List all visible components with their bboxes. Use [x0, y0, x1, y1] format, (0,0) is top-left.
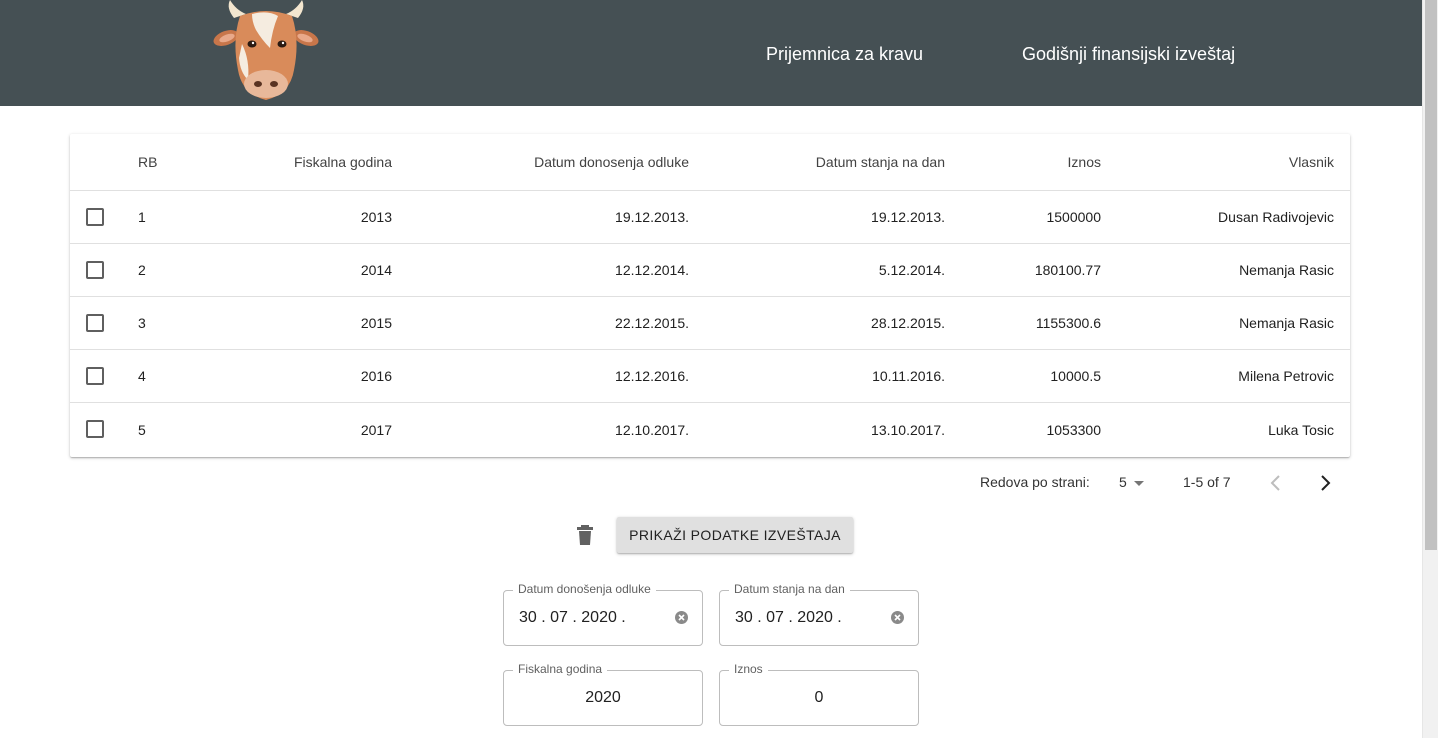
row-checkbox[interactable] — [86, 420, 104, 438]
page-scrollbar[interactable] — [1422, 0, 1438, 738]
cell-datum-stanja: 5.12.2014. — [878, 262, 945, 278]
row-checkbox[interactable] — [86, 208, 104, 226]
cell-datum-donosenja: 19.12.2013. — [615, 209, 689, 225]
cell-iznos: 1053300 — [1046, 421, 1101, 438]
cell-datum-stanja: 13.10.2017. — [871, 421, 945, 438]
header-datum-donosenja[interactable]: Datum donosenja odluke — [470, 134, 689, 190]
header-vlasnik[interactable]: Vlasnik — [1130, 134, 1334, 190]
cow-logo-icon[interactable] — [212, 0, 320, 104]
cell-datum-donosenja: 12.12.2016. — [615, 368, 689, 384]
fiskalna-godina-field[interactable]: Fiskalna godina 2020 — [503, 662, 703, 726]
chevron-left-icon[interactable] — [1268, 474, 1284, 492]
cell-vlasnik: Dusan Radivojevic — [1218, 209, 1334, 225]
row-checkbox[interactable] — [86, 261, 104, 279]
table-row[interactable]: 4 2016 12.12.2016. 10.11.2016. 10000.5 M… — [70, 350, 1350, 403]
cell-vlasnik: Nemanja Rasic — [1239, 262, 1334, 278]
row-checkbox[interactable] — [86, 314, 104, 332]
table-row[interactable]: 1 2013 19.12.2013. 19.12.2013. 1500000 D… — [70, 191, 1350, 244]
fiskalna-godina-value[interactable]: 2020 — [504, 671, 702, 725]
cell-fiskalna-godina: 2016 — [360, 368, 392, 384]
cell-rb: 1 — [138, 209, 146, 225]
cell-rb: 2 — [138, 262, 146, 278]
table-row[interactable]: 2 2014 12.12.2014. 5.12.2014. 180100.77 … — [70, 244, 1350, 297]
table-row[interactable]: 5 2017 12.10.2017. 13.10.2017. 1053300 L… — [70, 403, 1350, 456]
scrollbar-thumb[interactable] — [1425, 0, 1437, 550]
cell-rb: 4 — [138, 368, 146, 384]
table-row[interactable]: 3 2015 22.12.2015. 28.12.2015. 1155300.6… — [70, 297, 1350, 350]
nav-godisnji-izvestaj-link[interactable]: Godišnji finansijski izveštaj — [1022, 44, 1235, 65]
clear-icon[interactable] — [891, 611, 904, 624]
cell-rb: 5 — [138, 421, 146, 438]
cell-iznos: 1500000 — [1046, 209, 1101, 225]
table-header-row: RB Fiskalna godina Datum donosenja odluk… — [70, 134, 1350, 191]
cell-vlasnik: Nemanja Rasic — [1239, 315, 1334, 331]
cell-datum-stanja: 28.12.2015. — [871, 315, 945, 331]
header-fiskalna-godina[interactable]: Fiskalna godina — [220, 134, 392, 190]
cell-rb: 3 — [138, 315, 146, 331]
header-rb[interactable]: RB — [138, 134, 157, 190]
cell-vlasnik: Milena Petrovic — [1238, 368, 1334, 384]
cell-iznos: 10000.5 — [1050, 368, 1101, 384]
cell-iznos: 180100.77 — [1034, 262, 1101, 278]
rows-per-page-value: 5 — [1119, 474, 1127, 490]
cell-datum-donosenja: 12.10.2017. — [615, 421, 689, 438]
cell-vlasnik: Luka Tosic — [1268, 421, 1334, 438]
iznos-field[interactable]: Iznos 0 — [719, 662, 919, 726]
cell-fiskalna-godina: 2014 — [360, 262, 392, 278]
datum-donosenja-value[interactable]: 30 . 07 . 2020 . — [519, 591, 626, 645]
datum-stanja-value[interactable]: 30 . 07 . 2020 . — [735, 591, 842, 645]
chevron-right-icon[interactable] — [1317, 474, 1333, 492]
app-bar: Prijemnica za kravu Godišnji finansijski… — [0, 0, 1422, 106]
cell-datum-stanja: 10.11.2016. — [872, 368, 945, 384]
header-iznos[interactable]: Iznos — [970, 134, 1101, 190]
cell-fiskalna-godina: 2013 — [360, 209, 392, 225]
cell-datum-donosenja: 22.12.2015. — [615, 315, 689, 331]
datum-donosenja-field[interactable]: Datum donošenja odluke 30 . 07 . 2020 . — [503, 582, 703, 646]
row-checkbox[interactable] — [86, 367, 104, 385]
show-report-data-button[interactable]: Prikaži podatke izveštaja — [617, 517, 853, 553]
header-datum-stanja[interactable]: Datum stanja na dan — [730, 134, 945, 190]
cell-iznos: 1155300.6 — [1035, 315, 1101, 331]
iznos-value[interactable]: 0 — [720, 671, 918, 725]
cell-datum-donosenja: 12.12.2014. — [615, 262, 689, 278]
nav-prijemnica-link[interactable]: Prijemnica za kravu — [766, 44, 923, 65]
reports-table: RB Fiskalna godina Datum donosenja odluk… — [70, 134, 1350, 457]
datum-stanja-field[interactable]: Datum stanja na dan 30 . 07 . 2020 . — [719, 582, 919, 646]
pagination-range: 1-5 of 7 — [1183, 474, 1231, 490]
caret-down-icon — [1134, 481, 1144, 486]
delete-trash-icon[interactable] — [575, 524, 595, 546]
clear-icon[interactable] — [675, 611, 688, 624]
rows-per-page-label: Redova po strani: — [980, 474, 1090, 490]
cell-fiskalna-godina: 2017 — [360, 421, 392, 438]
cell-datum-stanja: 19.12.2013. — [871, 209, 945, 225]
cell-fiskalna-godina: 2015 — [360, 315, 392, 331]
